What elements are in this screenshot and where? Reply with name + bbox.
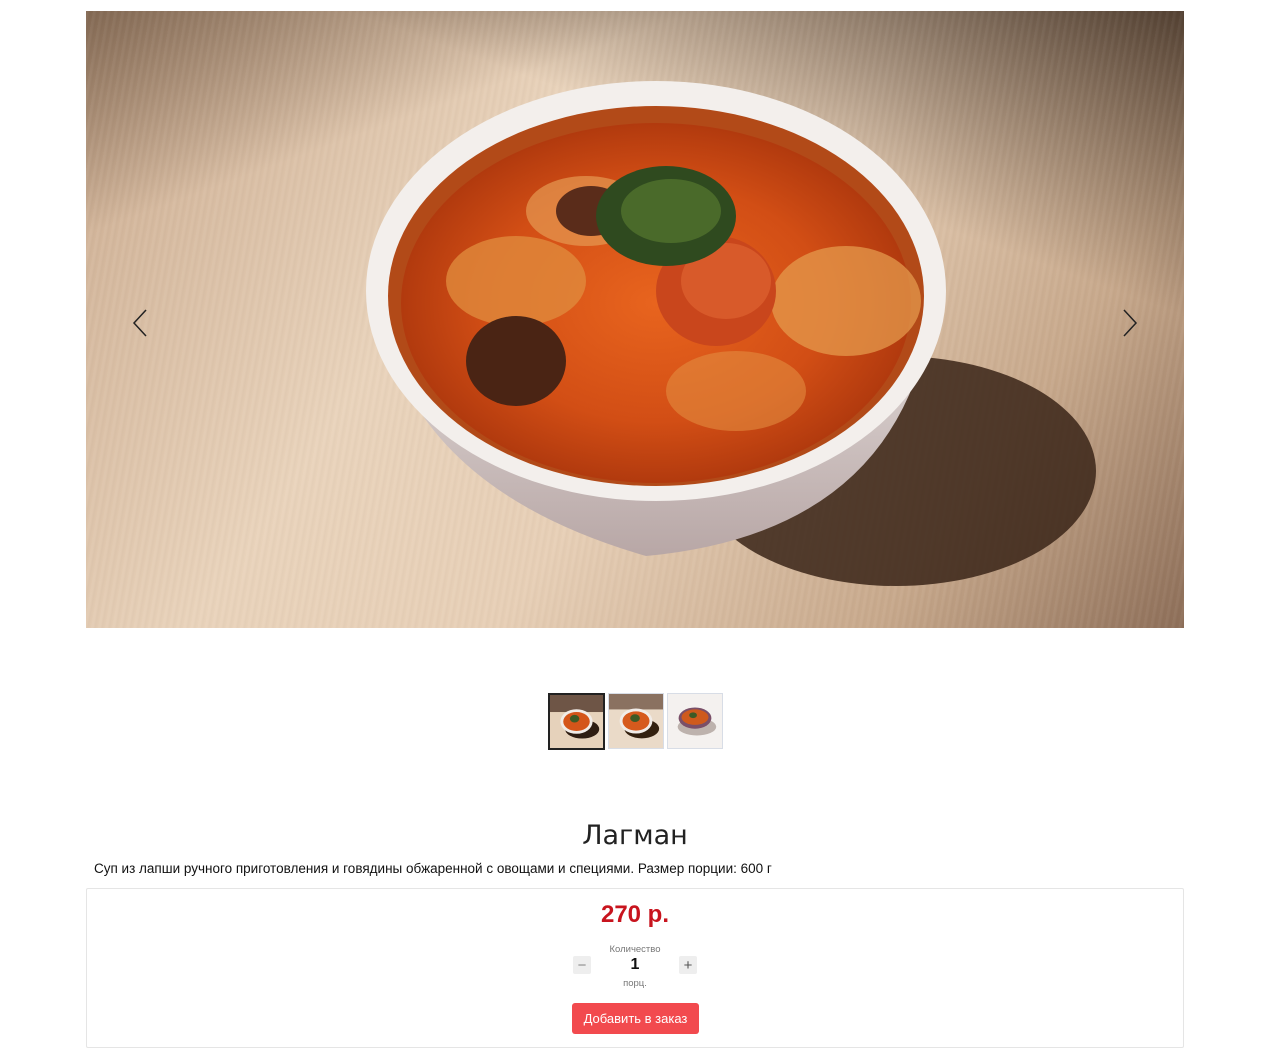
thumbnail-1[interactable] xyxy=(548,693,605,750)
thumbnail-strip xyxy=(548,693,723,751)
product-description: Суп из лапши ручного приготовления и гов… xyxy=(94,861,772,876)
product-image-slider[interactable] xyxy=(86,11,1184,628)
quantity-decrease-button[interactable]: − xyxy=(573,956,591,974)
thumbnail-3[interactable] xyxy=(667,693,723,749)
lagman-thumb-2-icon xyxy=(609,694,663,748)
quantity-unit: порц. xyxy=(623,978,647,989)
add-to-order-button[interactable]: Добавить в заказ xyxy=(572,1003,699,1034)
product-title: Лагман xyxy=(582,820,688,851)
quantity-stepper: − 1 + xyxy=(87,956,1183,974)
thumbnail-2[interactable] xyxy=(608,693,664,749)
quantity-value[interactable]: 1 xyxy=(591,956,679,974)
product-page: Лагман Суп из лапши ручного приготовлени… xyxy=(0,0,1280,1056)
slider-prev-button[interactable] xyxy=(126,303,156,343)
lagman-thumb-1-icon xyxy=(550,695,603,748)
order-panel: 270 р. Количество − 1 + порц. Добавить в… xyxy=(86,888,1184,1048)
chevron-right-icon xyxy=(1123,309,1138,337)
chevron-left-icon xyxy=(132,309,147,337)
lagman-thumb-3-icon xyxy=(668,694,722,748)
product-price: 270 р. xyxy=(600,901,670,928)
slider-next-button[interactable] xyxy=(1114,303,1144,343)
quantity-increase-button[interactable]: + xyxy=(679,956,697,974)
lagman-soup-photo xyxy=(366,81,1096,586)
quantity-label: Количество xyxy=(609,944,661,955)
